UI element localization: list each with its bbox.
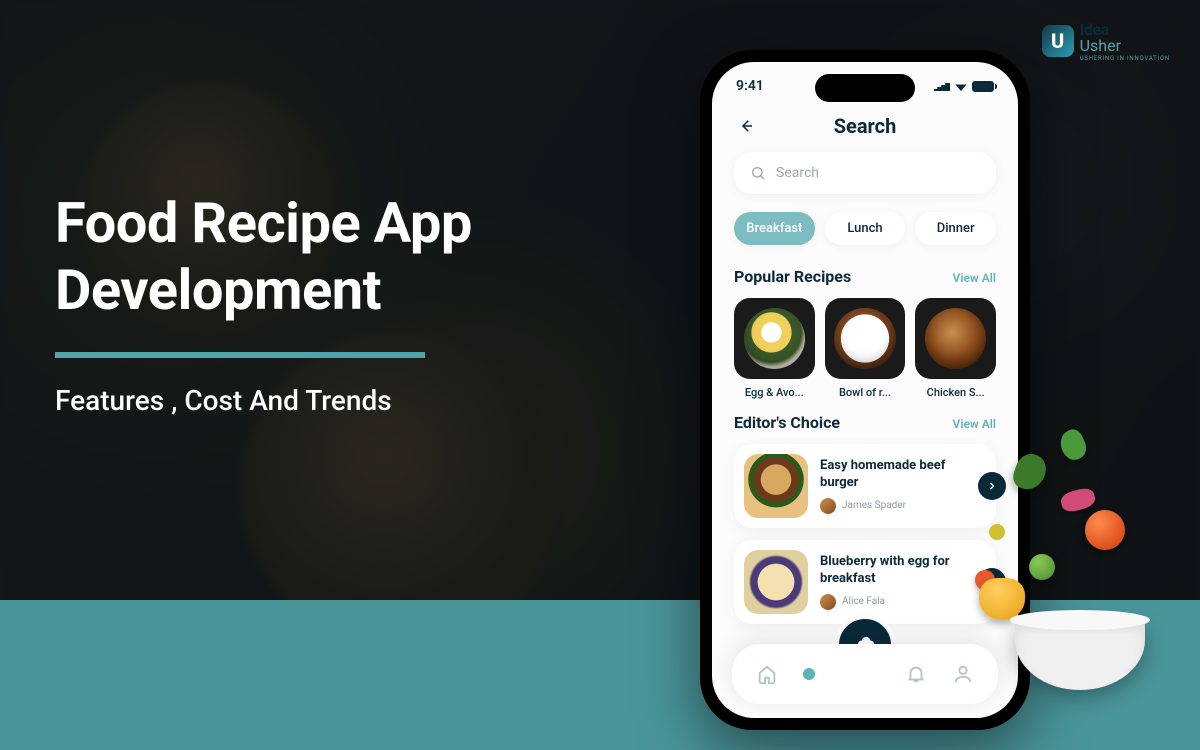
editors-section: Editor's Choice View All Easy homemade b… xyxy=(712,399,1018,624)
signal-icon xyxy=(934,81,950,91)
tab-breakfast[interactable]: Breakfast xyxy=(734,212,815,245)
search-icon xyxy=(750,165,766,181)
arrow-right-icon xyxy=(986,480,998,492)
recipe-thumb xyxy=(825,298,906,379)
category-tabs: Breakfast Lunch Dinner xyxy=(712,194,1018,253)
hero-title: Food Recipe App Development xyxy=(55,190,472,324)
logo-tagline: USHERING IN INNOVATION xyxy=(1080,55,1170,62)
bell-icon[interactable] xyxy=(905,663,927,685)
wifi-icon xyxy=(954,81,968,91)
hero-subtitle: Features , Cost And Trends xyxy=(55,384,472,417)
editor-thumb xyxy=(744,454,808,518)
search-input[interactable]: Search xyxy=(734,152,996,194)
editor-thumb xyxy=(744,550,808,614)
search-placeholder: Search xyxy=(776,165,819,181)
logo-mark-icon: U xyxy=(1042,25,1074,57)
tab-lunch[interactable]: Lunch xyxy=(825,212,906,245)
hero-divider xyxy=(55,352,425,358)
battery-icon xyxy=(972,81,994,92)
phone-mockup: 9:41 Search Search Breakfast Lunch Dinne… xyxy=(700,50,1030,730)
recipe-card[interactable]: Chicken S... xyxy=(915,298,996,399)
hero-title-line1: Food Recipe App xyxy=(55,190,472,256)
hero-text: Food Recipe App Development Features , C… xyxy=(55,190,472,417)
editor-recipe-title: Blueberry with egg for breakfast xyxy=(820,554,986,588)
logo-text-2: Usher xyxy=(1080,36,1170,55)
status-icons xyxy=(934,78,994,94)
author-name: Alice Fala xyxy=(842,596,885,607)
arrow-right-icon xyxy=(986,576,998,588)
author-name: James Spader xyxy=(842,500,906,511)
editors-title: Editor's Choice xyxy=(734,413,840,432)
popular-title: Popular Recipes xyxy=(734,267,851,286)
popular-view-all[interactable]: View All xyxy=(953,271,996,285)
recipe-label: Bowl of r... xyxy=(839,386,891,399)
recipe-card[interactable]: Egg & Avo... xyxy=(734,298,815,399)
recipe-card[interactable]: Bowl of r... xyxy=(825,298,906,399)
tab-dinner[interactable]: Dinner xyxy=(915,212,996,245)
popular-section: Popular Recipes View All Egg & Avo... Bo… xyxy=(712,253,1018,399)
recipe-thumb xyxy=(915,298,996,379)
phone-screen: 9:41 Search Search Breakfast Lunch Dinne… xyxy=(712,62,1018,718)
open-recipe-button[interactable] xyxy=(978,472,1006,500)
recipe-label: Egg & Avo... xyxy=(745,386,804,399)
recipe-label: Chicken S... xyxy=(927,386,985,399)
page-title: Search xyxy=(834,114,897,138)
app-header: Search xyxy=(712,94,1018,152)
avatar xyxy=(820,498,836,514)
editors-view-all[interactable]: View All xyxy=(953,417,996,431)
user-icon[interactable] xyxy=(952,663,974,685)
open-recipe-button[interactable] xyxy=(978,568,1006,596)
home-icon[interactable] xyxy=(756,663,778,685)
brand-logo: U Idea Usher USHERING IN INNOVATION xyxy=(1042,20,1170,62)
tab-bar xyxy=(732,644,998,704)
status-time: 9:41 xyxy=(736,78,764,94)
back-button[interactable] xyxy=(736,116,756,136)
editor-card[interactable]: Easy homemade beef burger James Spader xyxy=(734,444,996,528)
recipe-thumb xyxy=(734,298,815,379)
hero-title-line2: Development xyxy=(55,257,381,323)
tab-active-indicator[interactable] xyxy=(803,668,815,680)
dynamic-island xyxy=(815,74,915,102)
avatar xyxy=(820,594,836,610)
editor-recipe-title: Easy homemade beef burger xyxy=(820,458,986,492)
arrow-left-icon xyxy=(737,117,755,135)
editor-card[interactable]: Blueberry with egg for breakfast Alice F… xyxy=(734,540,996,624)
